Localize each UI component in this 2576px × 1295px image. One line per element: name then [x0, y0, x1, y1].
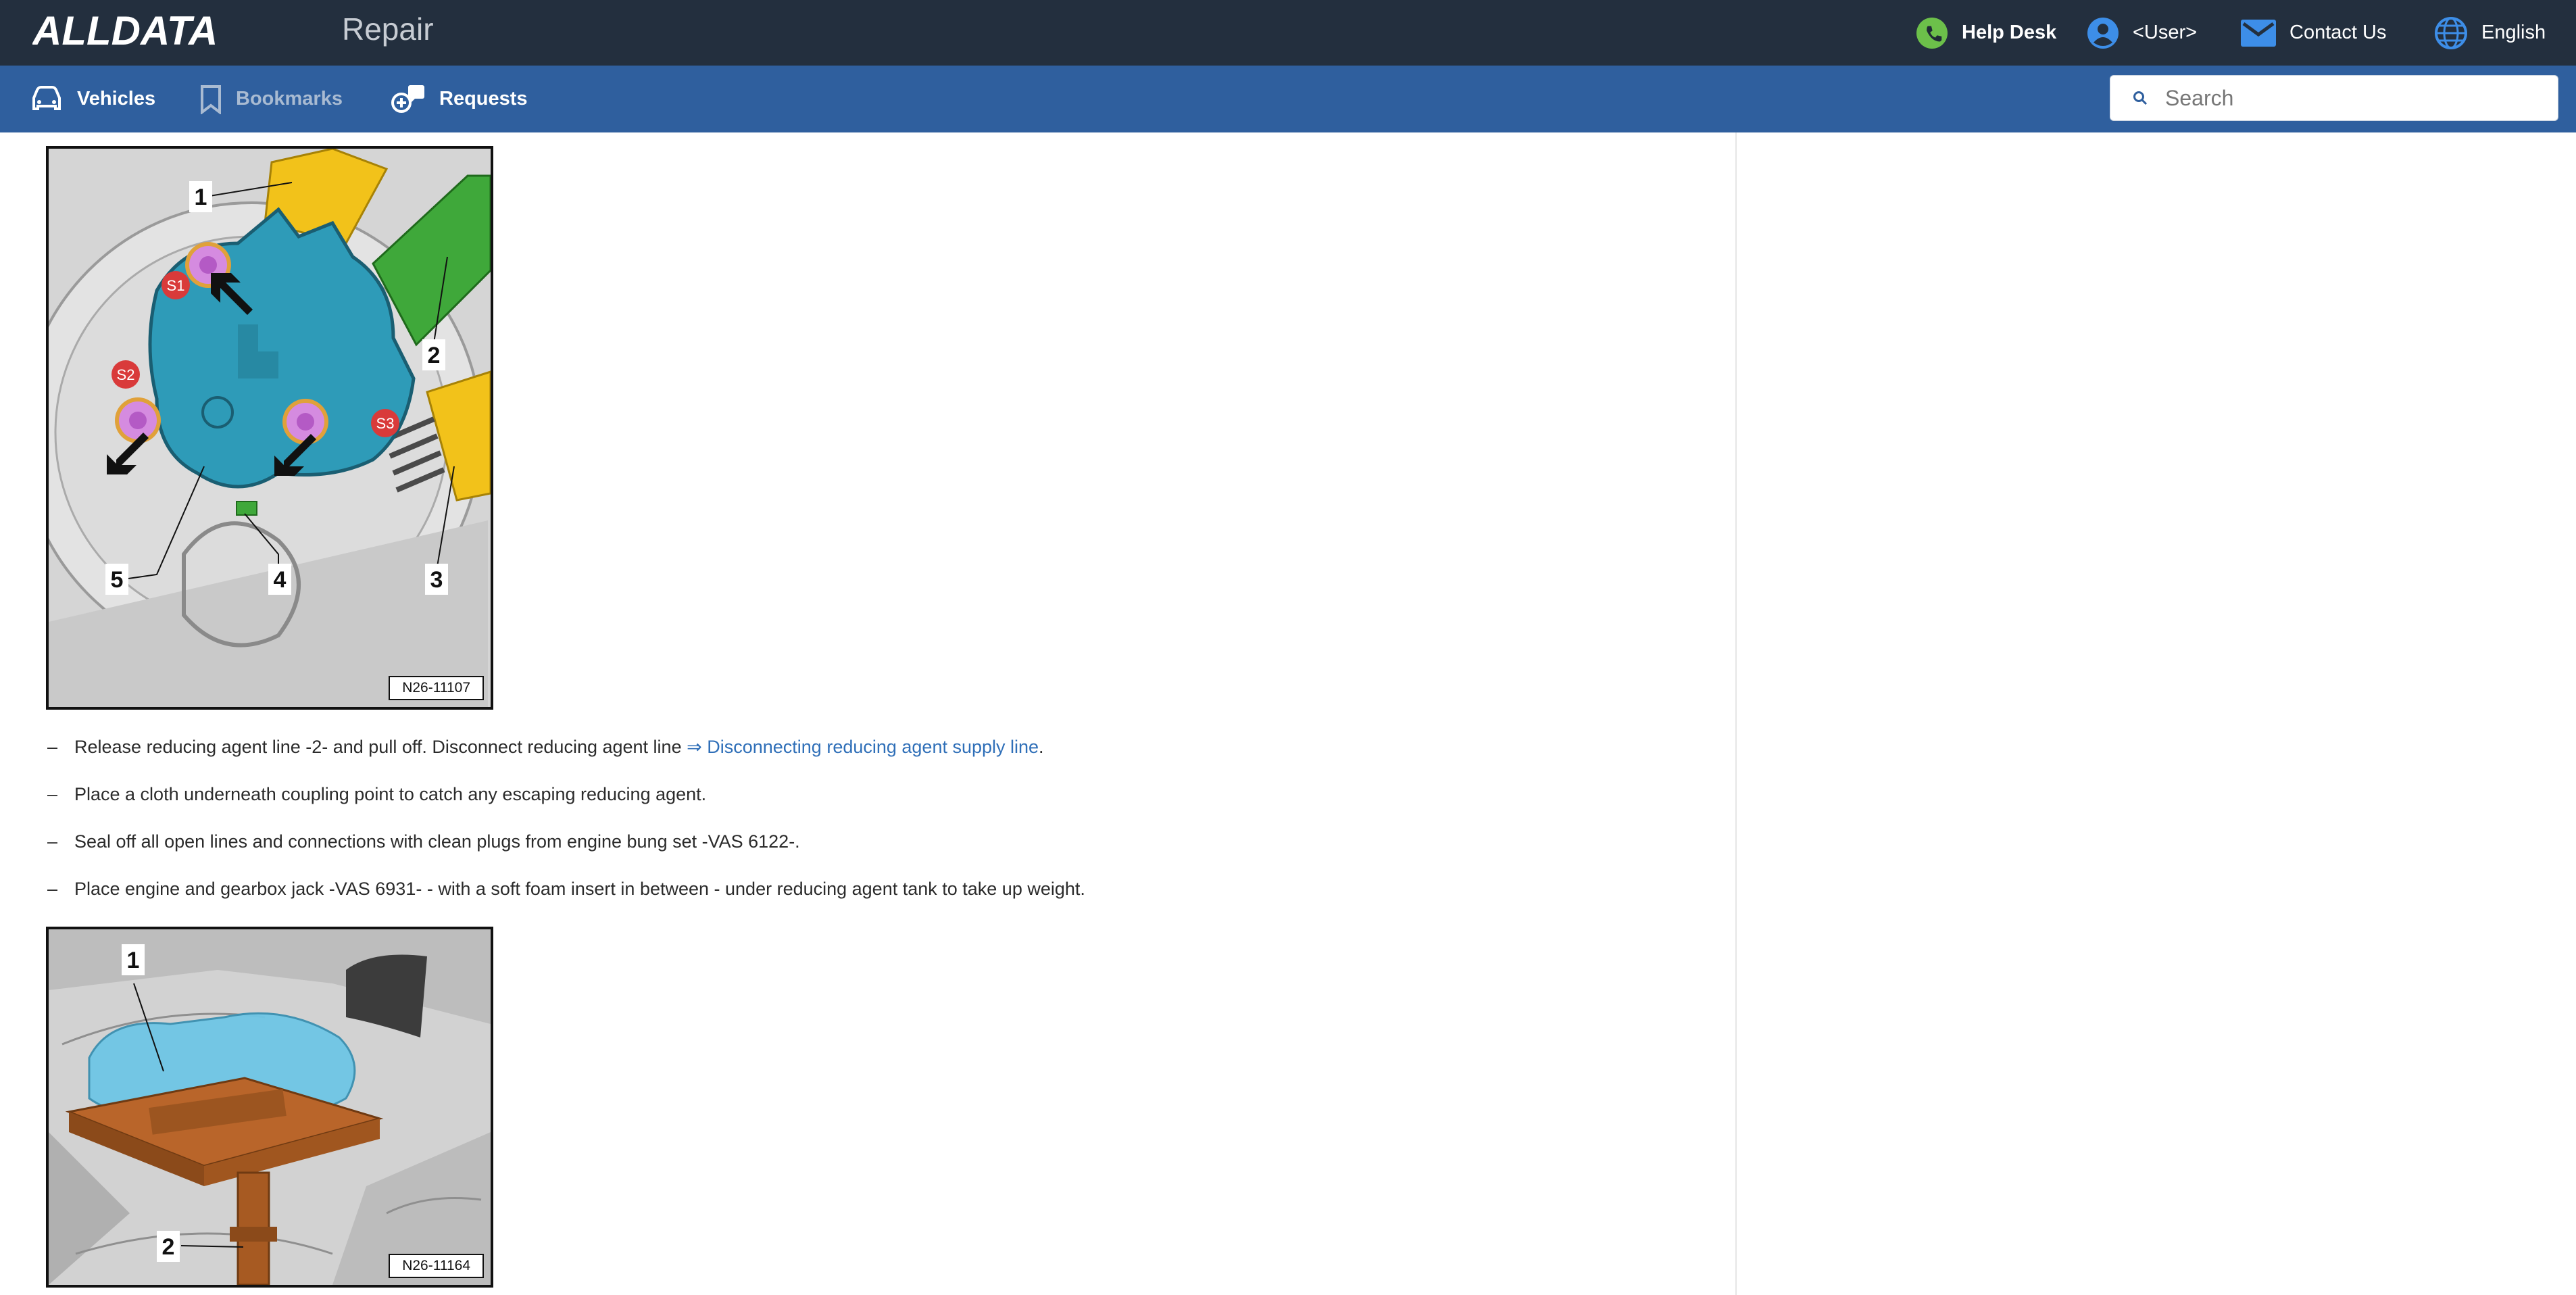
nav-vehicles[interactable]: Vehicles [30, 66, 155, 132]
marker-s3: S3 [376, 415, 395, 432]
car-icon [32, 85, 61, 110]
language-label: English [2481, 22, 2546, 43]
fig2-callout-2: 2 [162, 1234, 175, 1260]
contact-us-label: Contact Us [2289, 22, 2387, 43]
callout-2: 2 [428, 343, 441, 368]
step-bullet: – [47, 879, 58, 899]
bolt-s2 [115, 397, 161, 443]
step-bullet: – [47, 784, 58, 804]
link-arrow-icon: ⇒ [687, 737, 702, 757]
figure-reducing-agent-pump: S1 S2 S3 1 2 3 4 5 N26-11107 [46, 146, 493, 710]
jack-illustration: 1 2 [49, 929, 491, 1285]
search-box[interactable] [2110, 75, 2558, 121]
user-label: <User> [2133, 22, 2198, 43]
step-1: – Release reducing agent line -2- and pul… [47, 737, 1044, 758]
step-4: – Place engine and gearbox jack -VAS 6931… [47, 879, 1085, 900]
bookmark-icon [201, 84, 221, 114]
figure-code: N26-11107 [389, 676, 484, 700]
requests-icon [391, 84, 424, 113]
nav-vehicles-label: Vehicles [77, 88, 156, 109]
content-divider [1735, 132, 1737, 1295]
step-1-text: Release reducing agent line -2- and pull… [74, 737, 687, 757]
nav-bookmarks[interactable]: Bookmarks [199, 66, 343, 132]
callout-5: 5 [111, 567, 124, 593]
contact-us-link[interactable]: Contact Us [2241, 0, 2386, 66]
step-1-suffix: . [1039, 737, 1044, 757]
step-bullet: – [47, 831, 58, 852]
step-2-text: Place a cloth underneath coupling point … [74, 784, 707, 804]
search-icon [2133, 91, 2148, 105]
bolt-s3 [282, 399, 328, 445]
disconnecting-supply-line-link[interactable]: Disconnecting reducing agent supply line [707, 737, 1039, 757]
globe-icon [2435, 16, 2467, 49]
phone-icon [1916, 17, 1948, 49]
step-2: – Place a cloth underneath coupling point… [47, 784, 706, 805]
nav-bookmarks-label: Bookmarks [236, 88, 343, 109]
nav-requests-label: Requests [439, 88, 528, 109]
search-input[interactable] [2164, 84, 2545, 112]
callout-1: 1 [195, 185, 207, 210]
step-4-text: Place engine and gearbox jack -VAS 6931-… [74, 879, 1085, 899]
alldata-logo[interactable]: ALLDATA [31, 8, 316, 55]
step-3: – Seal off all open lines and connections… [47, 831, 800, 852]
brand-text: ALLDATA [32, 9, 218, 51]
marker-s2: S2 [117, 366, 135, 383]
help-desk-label: Help Desk [1962, 22, 2057, 43]
app-name: Repair [342, 11, 434, 47]
pump-illustration: S1 S2 S3 1 2 3 4 5 [49, 149, 491, 707]
help-desk-link[interactable]: Help Desk [1916, 0, 2056, 66]
top-bar: ALLDATA Repair Help Desk <User> Contact … [0, 0, 2576, 66]
callout-4: 4 [274, 567, 287, 593]
user-menu[interactable]: <User> [2087, 0, 2197, 66]
step-bullet: – [47, 737, 58, 757]
nav-requests[interactable]: Requests [391, 66, 528, 132]
callout-3: 3 [430, 567, 443, 593]
mail-icon [2241, 19, 2276, 47]
fig2-callout-1: 1 [127, 948, 140, 973]
figure-jack-under-tank: 1 2 N26-11164 [46, 927, 493, 1288]
marker-s1: S1 [167, 277, 185, 294]
language-selector[interactable]: English [2434, 0, 2546, 66]
figure-code: N26-11164 [389, 1254, 484, 1278]
user-icon [2087, 17, 2119, 49]
step-3-text: Seal off all open lines and connections … [74, 831, 800, 852]
